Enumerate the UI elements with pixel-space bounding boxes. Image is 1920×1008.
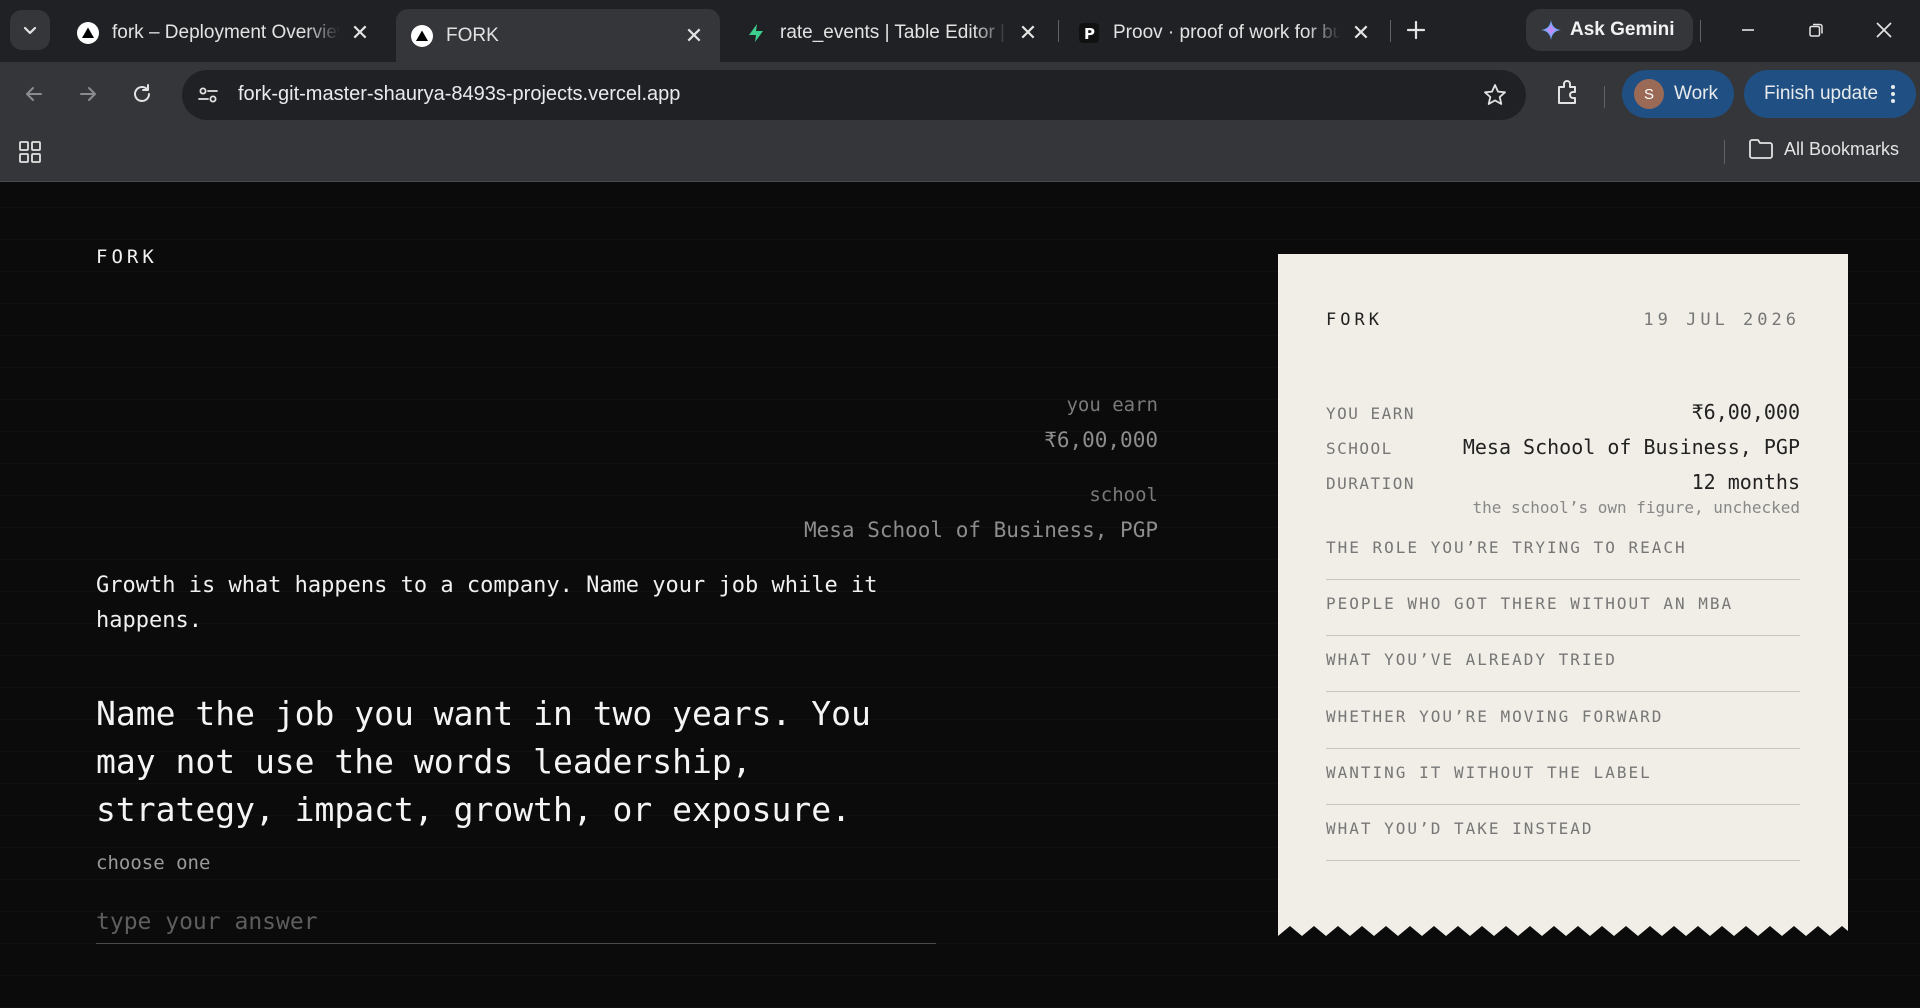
minimize-icon [1742, 29, 1754, 31]
reload-icon [134, 84, 150, 102]
star-icon[interactable] [1482, 82, 1508, 108]
new-tab-button[interactable] [1400, 14, 1432, 46]
tab-separator [1058, 20, 1059, 42]
question-text: Name the job you want in two years. You … [96, 694, 871, 829]
tab-rate-events[interactable]: rate_events | Table Editor | FORK ✕ [730, 10, 1054, 56]
close-icon[interactable]: ✕ [348, 20, 372, 45]
close-window-button[interactable] [1864, 12, 1904, 48]
receipt-row-value: ₹6,00,000 [1691, 400, 1800, 424]
extensions-icon[interactable] [1552, 76, 1584, 108]
tab-search-button[interactable] [10, 10, 50, 50]
receipt-brand: FORK [1326, 310, 1383, 330]
profile-button[interactable]: S Work [1622, 70, 1734, 118]
tab-proov[interactable]: P Proov · proof of work for builders ✕ [1063, 10, 1387, 56]
tab-title: fork – Deployment Overview [112, 22, 340, 43]
all-bookmarks-label: All Bookmarks [1784, 138, 1900, 159]
arrow-left-icon [26, 87, 42, 101]
tab-strip: fork – Deployment Overview ✕ FORK ✕ rate… [0, 0, 1920, 62]
receipt-row-key: SCHOOL [1326, 439, 1393, 458]
brand-logo[interactable]: FORK [96, 246, 158, 268]
arrow-right-icon [80, 87, 96, 101]
tab-deployment-overview[interactable]: fork – Deployment Overview ✕ [62, 10, 386, 56]
folder-icon [1749, 139, 1773, 159]
close-icon[interactable]: ✕ [1016, 20, 1040, 45]
you-earn-value: ₹6,00,000 [1044, 428, 1158, 452]
vercel-triangle-icon [410, 24, 434, 48]
close-icon [1876, 22, 1892, 38]
finish-update-button[interactable]: Finish update [1744, 70, 1917, 118]
receipt-section: WHETHER YOU’RE MOVING FORWARD [1326, 693, 1800, 749]
profile-label: Work [1674, 83, 1718, 104]
receipt-torn-edge [1278, 926, 1848, 936]
receipt-section: WHAT YOU’D TAKE INSTEAD [1326, 805, 1800, 861]
receipt-section: WHAT YOU’VE ALREADY TRIED [1326, 636, 1800, 692]
ask-gemini-label: Ask Gemini [1570, 19, 1675, 40]
finish-update-label: Finish update [1764, 83, 1879, 104]
back-button[interactable] [16, 76, 52, 112]
receipt-row-value: Mesa School of Business, PGP [1462, 435, 1800, 459]
svg-text:P: P [1084, 25, 1095, 43]
receipt-card: FORK 19 JUL 2026 YOU EARN ₹6,00,000 SCHO… [1278, 254, 1848, 936]
toolbar-divider [1604, 86, 1605, 108]
receipt-note: the school’s own figure, unchecked [1472, 498, 1800, 517]
close-icon[interactable]: ✕ [682, 23, 706, 48]
plus-icon [1406, 20, 1426, 40]
minimize-button[interactable] [1728, 12, 1768, 48]
receipt-row-value: 12 months [1691, 470, 1800, 494]
receipt-row-duration: DURATION 12 months [1326, 470, 1800, 494]
chevron-down-icon [23, 26, 37, 35]
apps-grid-icon[interactable] [18, 140, 42, 164]
receipt-section: WANTING IT WITHOUT THE LABEL [1326, 749, 1800, 805]
receipt-section: PEOPLE WHO GOT THERE WITHOUT AN MBA [1326, 580, 1800, 636]
reload-button[interactable] [124, 76, 160, 112]
receipt-row-key: YOU EARN [1326, 404, 1416, 423]
tab-separator [1390, 20, 1391, 42]
restore-button[interactable] [1796, 12, 1836, 48]
hint-text: choose one [96, 852, 211, 874]
tab-separator [1700, 20, 1701, 42]
gemini-sparkle-icon [1541, 20, 1561, 40]
restore-icon [1809, 23, 1823, 37]
vercel-triangle-icon [76, 21, 100, 45]
supabase-bolt-icon [744, 21, 768, 45]
receipt-row-you-earn: YOU EARN ₹6,00,000 [1326, 400, 1800, 424]
address-bar[interactable]: fork-git-master-shaurya-8493s-projects.v… [182, 70, 1526, 120]
more-vert-icon [1891, 85, 1896, 103]
bookmarks-divider [1724, 140, 1725, 164]
school-value: Mesa School of Business, PGP [803, 518, 1158, 542]
receipt-section: THE ROLE YOU’RE TRYING TO REACH [1326, 524, 1800, 580]
receipt-row-school: SCHOOL Mesa School of Business, PGP [1326, 435, 1800, 459]
tab-title: FORK [446, 24, 499, 46]
tab-title: rate_events | Table Editor | FORK [780, 22, 1008, 43]
receipt-date: 19 JUL 2026 [1643, 310, 1800, 330]
tab-title: Proov · proof of work for builders [1113, 22, 1341, 43]
school-label: school [1089, 484, 1158, 506]
avatar: S [1634, 79, 1664, 109]
bookmarks-bar: All Bookmarks [0, 126, 1920, 182]
close-icon[interactable]: ✕ [1349, 20, 1373, 45]
receipt-row-key: DURATION [1326, 474, 1416, 493]
site-settings-icon[interactable] [196, 83, 220, 107]
tab-fork[interactable]: FORK ✕ [396, 9, 720, 62]
all-bookmarks-button[interactable]: All Bookmarks [1748, 138, 1899, 160]
forward-button[interactable] [70, 76, 106, 112]
proov-p-icon: P [1077, 21, 1101, 45]
url-text: fork-git-master-shaurya-8493s-projects.v… [238, 83, 681, 105]
you-earn-label: you earn [1066, 394, 1158, 416]
answer-input[interactable] [96, 900, 936, 944]
ask-gemini-button[interactable]: Ask Gemini [1526, 9, 1693, 51]
page-content: FORK you earn ₹6,00,000 school Mesa Scho… [0, 182, 1920, 1008]
intro-text: Growth is what happens to a company. Nam… [96, 573, 878, 633]
